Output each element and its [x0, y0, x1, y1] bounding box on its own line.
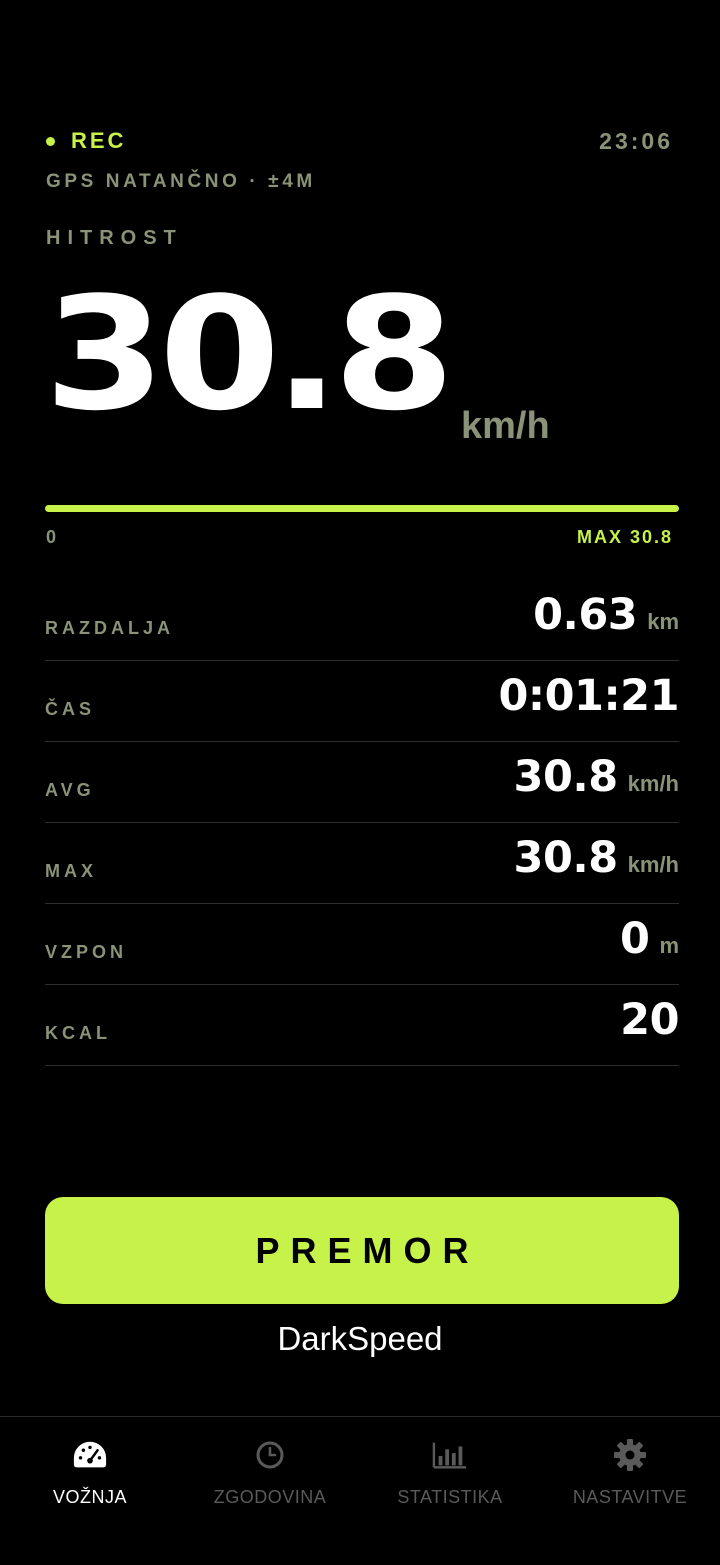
nav-item-history[interactable]: ZGODOVINA — [180, 1417, 360, 1565]
stats-list: RAZDALJA 0.63 km ČAS 0:01:21 AVG 30.8 km… — [45, 580, 679, 1066]
recording-indicator: REC — [46, 128, 126, 154]
clock: 23:06 — [599, 128, 673, 154]
clock-icon — [252, 1437, 288, 1473]
stat-value: 30.8 — [513, 833, 619, 883]
stat-row-time: ČAS 0:01:21 — [45, 661, 679, 742]
speed-progress-bar — [45, 505, 679, 512]
stat-row-avg: AVG 30.8 km/h — [45, 742, 679, 823]
stat-unit: m — [659, 933, 679, 958]
stat-row-kcal: KCAL 20 — [45, 985, 679, 1066]
stat-value: 0 — [620, 914, 650, 964]
gear-icon — [612, 1437, 648, 1473]
stat-label: ČAS — [45, 699, 96, 719]
stat-unit: km — [647, 609, 679, 634]
status-bar: REC 23:06 — [46, 128, 673, 156]
nav-label: STATISTIKA — [397, 1487, 503, 1507]
recording-dot-icon — [46, 136, 55, 146]
speedometer-icon — [72, 1437, 108, 1473]
brand-name: DarkSpeed — [277, 1320, 443, 1357]
bottom-nav: VOŽNJA ZGODOVINA STATISTIKA NASTAVITVE — [0, 1416, 720, 1565]
speed-value: 30.8 — [44, 263, 455, 445]
stat-row-distance: RAZDALJA 0.63 km — [45, 580, 679, 661]
stat-row-max: MAX 30.8 km/h — [45, 823, 679, 904]
nav-item-settings[interactable]: NASTAVITVE — [540, 1417, 720, 1565]
stat-value: 20 — [620, 995, 679, 1045]
speed-bar-min: 0 — [46, 527, 57, 547]
stat-row-climb: VZPON 0 m — [45, 904, 679, 985]
nav-item-ride[interactable]: VOŽNJA — [0, 1417, 180, 1565]
stat-unit: km/h — [627, 771, 679, 796]
pause-button[interactable]: PREMOR — [45, 1197, 679, 1304]
stat-label: VZPON — [45, 942, 128, 962]
gps-status: GPS NATANČNO · ±4M — [46, 171, 316, 192]
nav-label: VOŽNJA — [52, 1487, 127, 1507]
bar-chart-icon — [432, 1437, 468, 1473]
speed-progress-fill — [45, 505, 679, 512]
rec-label: REC — [71, 128, 127, 153]
nav-item-statistics[interactable]: STATISTIKA — [360, 1417, 540, 1565]
stat-label: MAX — [45, 861, 97, 881]
stat-label: AVG — [45, 780, 95, 800]
speed-bar-max: MAX 30.8 — [576, 527, 673, 547]
stat-value: 0:01:21 — [498, 671, 680, 721]
speed-label: HITROST — [46, 227, 183, 249]
stat-value: 30.8 — [513, 752, 619, 802]
stat-label: RAZDALJA — [45, 618, 174, 638]
stat-unit: km/h — [627, 852, 679, 877]
stat-label: KCAL — [45, 1023, 111, 1043]
nav-label: ZGODOVINA — [213, 1487, 327, 1507]
nav-label: NASTAVITVE — [572, 1487, 688, 1507]
speed-unit: km/h — [461, 405, 550, 447]
stat-value: 0.63 — [533, 590, 638, 640]
